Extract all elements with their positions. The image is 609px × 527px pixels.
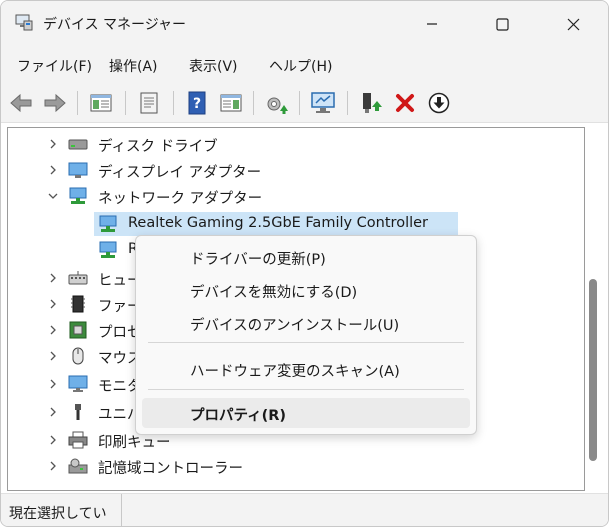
context-scan-hardware[interactable]: ハードウェア変更のスキャン(A) — [142, 354, 470, 384]
chevron-right-icon[interactable] — [46, 271, 60, 285]
chevron-down-icon[interactable] — [46, 189, 60, 203]
uninstall-device-button[interactable] — [391, 89, 419, 117]
show-action-pane-button[interactable] — [217, 89, 245, 117]
close-icon — [567, 18, 579, 30]
add-driver-icon — [363, 93, 382, 113]
maximize-button[interactable] — [479, 1, 525, 47]
chevron-right-icon[interactable] — [46, 459, 60, 473]
red-x-icon — [396, 94, 414, 112]
toolbar: ? — [1, 83, 608, 123]
hid-icon — [68, 271, 88, 285]
device-manager-window: デバイス マネージャー ファイル(F) 操作(A) 表示(V) ヘルプ(H) ?… — [0, 0, 609, 527]
usb-icon — [75, 404, 81, 420]
show-hide-console-tree-button[interactable] — [87, 89, 115, 117]
mouse-icon — [72, 347, 84, 365]
network-adapter-icon — [69, 187, 87, 204]
display-adapter-icon — [68, 162, 88, 178]
chevron-right-icon[interactable] — [46, 405, 60, 419]
tree-node-label: ディスプレイ アダプター — [98, 165, 262, 181]
chevron-right-icon[interactable] — [46, 349, 60, 363]
minimize-icon — [427, 23, 437, 25]
console-tree-icon — [90, 94, 112, 112]
chevron-right-icon[interactable] — [46, 433, 60, 447]
network-card-icon — [99, 241, 117, 258]
enable-device-button[interactable] — [357, 89, 385, 117]
tree-node-network-adapters[interactable]: ネットワーク アダプター — [8, 184, 584, 208]
back-button[interactable] — [7, 89, 35, 117]
title-bar: デバイス マネージャー — [1, 1, 608, 47]
tree-node-label: ネットワーク アダプター — [98, 191, 263, 207]
context-update-driver[interactable]: ドライバーの更新(P) — [142, 242, 470, 272]
scan-hardware-changes-button[interactable] — [309, 89, 337, 117]
context-uninstall-device[interactable]: デバイスのアンインストール(U) — [142, 308, 470, 338]
disk-drive-icon — [68, 139, 88, 150]
scan-monitor-icon — [311, 92, 335, 113]
forward-button[interactable] — [41, 89, 69, 117]
context-separator — [148, 389, 464, 390]
device-manager-app-icon — [15, 14, 33, 31]
toolbar-separator — [299, 91, 300, 115]
context-properties[interactable]: プロパティ(R) — [142, 398, 470, 428]
forward-arrow-icon — [44, 93, 66, 113]
back-arrow-icon — [10, 93, 32, 113]
tree-node-disk-drives[interactable]: ディスク ドライブ — [8, 132, 584, 156]
menu-file[interactable]: ファイル(F) — [17, 56, 92, 76]
context-item-label: デバイスのアンインストール(U) — [190, 318, 400, 334]
tree-node-label: Realtek Gaming 2.5GbE Family Controller — [128, 215, 429, 231]
properties-toolbar-button[interactable] — [135, 89, 163, 117]
disable-device-button[interactable] — [425, 89, 453, 117]
help-button[interactable]: ? — [183, 89, 211, 117]
toolbar-separator — [253, 91, 254, 115]
chevron-right-icon[interactable] — [46, 323, 60, 337]
toolbar-separator — [347, 91, 348, 115]
tree-node-display-adapters[interactable]: ディスプレイ アダプター — [8, 158, 584, 182]
maximize-icon — [495, 17, 509, 31]
firmware-icon — [71, 295, 85, 313]
context-item-label: プロパティ(R) — [190, 408, 287, 424]
context-disable-device[interactable]: デバイスを無効にする(D) — [142, 275, 470, 305]
menu-view[interactable]: 表示(V) — [189, 56, 238, 76]
tree-node-realtek-controller[interactable]: Realtek Gaming 2.5GbE Family Controller — [8, 212, 584, 236]
properties-sheet-icon — [140, 92, 158, 114]
action-pane-icon — [220, 94, 242, 112]
update-driver-toolbar-button[interactable] — [263, 89, 291, 117]
scrollbar-thumb[interactable] — [589, 279, 597, 461]
minimize-button[interactable] — [409, 1, 455, 47]
menu-help[interactable]: ヘルプ(H) — [269, 56, 332, 76]
context-item-label: ハードウェア変更のスキャン(A) — [190, 364, 400, 380]
processor-icon — [69, 321, 87, 339]
help-book-icon: ? — [188, 91, 206, 115]
status-text: 現在選択してい — [9, 506, 107, 522]
context-menu: ドライバーの更新(P) デバイスを無効にする(D) デバイスのアンインストール(… — [135, 235, 477, 435]
storage-controller-icon — [68, 458, 88, 474]
context-item-label: ドライバーの更新(P) — [190, 252, 326, 268]
monitor-icon — [68, 375, 88, 392]
status-separator — [121, 494, 122, 526]
status-bar: 現在選択してい — [1, 493, 608, 526]
printer-icon — [68, 431, 88, 449]
toolbar-separator — [173, 91, 174, 115]
network-card-icon — [99, 215, 117, 232]
tree-node-label: 記憶域コントローラー — [98, 461, 243, 477]
menu-bar: ファイル(F) 操作(A) 表示(V) ヘルプ(H) — [1, 47, 608, 83]
download-circle-icon — [428, 92, 450, 114]
toolbar-separator — [125, 91, 126, 115]
close-button[interactable] — [550, 1, 596, 47]
chevron-right-icon[interactable] — [46, 163, 60, 177]
toolbar-separator — [77, 91, 78, 115]
svg-text:?: ? — [193, 96, 201, 112]
context-item-label: デバイスを無効にする(D) — [190, 285, 358, 301]
chevron-right-icon[interactable] — [46, 297, 60, 311]
tree-node-storage-controllers[interactable]: 記憶域コントローラー — [8, 454, 584, 478]
chevron-right-icon[interactable] — [46, 377, 60, 391]
tree-node-label: ディスク ドライブ — [98, 139, 218, 155]
context-separator — [148, 342, 464, 343]
chevron-right-icon[interactable] — [46, 137, 60, 151]
update-driver-icon — [267, 97, 288, 114]
window-title: デバイス マネージャー — [43, 17, 187, 33]
vertical-scrollbar[interactable] — [585, 127, 603, 491]
menu-action[interactable]: 操作(A) — [109, 56, 158, 76]
